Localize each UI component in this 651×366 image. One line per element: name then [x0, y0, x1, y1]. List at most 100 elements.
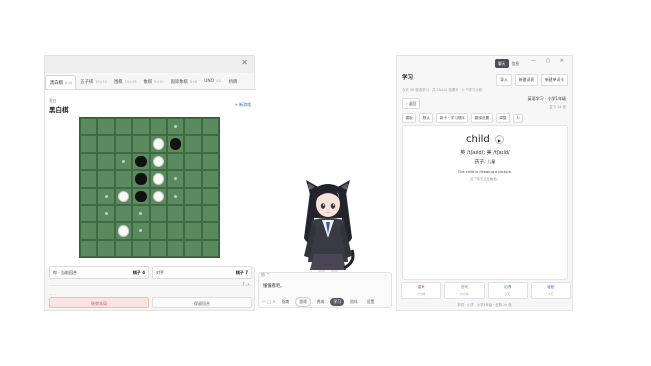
- legal-move-hint[interactable]: [174, 177, 178, 181]
- window-controls[interactable]: — ▢ ✕: [531, 58, 568, 64]
- filter-chip-4[interactable]: 调整: [495, 113, 510, 123]
- new-card-button[interactable]: 新建单词卡: [541, 74, 568, 86]
- chat-mode-3[interactable]: 学习: [330, 297, 345, 306]
- board-cell[interactable]: [166, 118, 185, 136]
- board-cell[interactable]: [132, 239, 150, 257]
- board-cell[interactable]: [184, 152, 202, 171]
- board-cell[interactable]: [97, 170, 115, 188]
- tab-game-1[interactable]: 五子棋 15×15: [76, 75, 110, 89]
- legal-move-hint[interactable]: [104, 212, 108, 216]
- more-icon[interactable]: ⋮: [383, 274, 387, 279]
- board-cell[interactable]: [80, 187, 98, 205]
- board-cell[interactable]: [80, 170, 98, 188]
- board-cell[interactable]: [132, 204, 150, 223]
- tab-game-6[interactable]: 桥牌: [225, 75, 241, 89]
- board-cell[interactable]: [149, 170, 167, 188]
- board-cell[interactable]: [132, 135, 150, 153]
- grade-button-3[interactable]: 轻松 4天: [530, 282, 571, 299]
- board-cell[interactable]: [166, 170, 185, 188]
- chat-mode-2[interactable]: 养成: [314, 298, 328, 306]
- board-cell[interactable]: [80, 204, 98, 223]
- board-cell[interactable]: [149, 135, 167, 153]
- board-cell[interactable]: [184, 204, 202, 223]
- filter-chip-5[interactable]: ↻: [512, 113, 523, 123]
- board-cell[interactable]: [114, 170, 133, 188]
- board-cell[interactable]: [184, 170, 202, 188]
- new-deck-button[interactable]: 新建词表: [514, 74, 539, 86]
- board-cell[interactable]: [149, 187, 167, 205]
- board-cell[interactable]: [201, 170, 219, 188]
- board-cell[interactable]: [201, 118, 219, 136]
- tab-game-4[interactable]: 国际象棋 8×8: [167, 75, 201, 89]
- board-cell[interactable]: [114, 204, 133, 223]
- board-cell[interactable]: [114, 187, 133, 205]
- board-cell[interactable]: [132, 187, 150, 205]
- board-cell[interactable]: [201, 135, 219, 153]
- board-cell[interactable]: [201, 204, 219, 223]
- grade-button-0[interactable]: 重来 1分钟: [401, 282, 442, 299]
- resign-button[interactable]: 结束本局: [49, 297, 149, 308]
- board-cell[interactable]: [184, 187, 202, 205]
- board-cell[interactable]: [80, 118, 98, 136]
- tab-game-3[interactable]: 象棋 9×10: [139, 75, 166, 89]
- board-cell[interactable]: [114, 222, 133, 240]
- board-cell[interactable]: [201, 187, 219, 205]
- board-cell[interactable]: [201, 239, 219, 257]
- board-cell[interactable]: [80, 239, 98, 257]
- board-cell[interactable]: [149, 152, 167, 171]
- filter-chip-2[interactable]: 新卡 · 学习顺序: [436, 113, 469, 123]
- board-cell[interactable]: [149, 239, 167, 257]
- board-cell[interactable]: [149, 118, 167, 136]
- tab-game-5[interactable]: UNO 4人: [200, 75, 224, 89]
- chat-top-hint[interactable]: 拾 ⌃: [261, 272, 270, 278]
- board-cell[interactable]: [114, 152, 133, 171]
- chat-view-tab[interactable]: 聊天: [495, 59, 509, 68]
- board-cell[interactable]: [97, 135, 115, 153]
- legal-move-hint[interactable]: [104, 194, 108, 198]
- board-cell[interactable]: [149, 204, 167, 223]
- chat-input[interactable]: 懂懂看吧。: [263, 283, 284, 289]
- legal-move-hint[interactable]: [139, 229, 143, 233]
- board-cell[interactable]: [132, 118, 150, 136]
- board-cell[interactable]: [97, 204, 115, 223]
- legal-move-hint[interactable]: [174, 194, 178, 198]
- flashcard[interactable]: child ▶ 英 /tʃaɪld/; 美 /tʃaɪld/ 孩子; 儿童 Th…: [402, 125, 568, 280]
- filter-chip-1[interactable]: 默认: [419, 113, 434, 123]
- chat-mode-1[interactable]: 游戏: [295, 296, 311, 307]
- board-cell[interactable]: [166, 187, 185, 205]
- chat-window-controls[interactable]: — ▢ ✕: [262, 299, 276, 304]
- board-cell[interactable]: [97, 239, 115, 257]
- board-cell[interactable]: [166, 239, 185, 257]
- board-cell[interactable]: [132, 170, 150, 188]
- close-icon[interactable]: ✕: [241, 58, 248, 67]
- legal-move-hint[interactable]: [121, 159, 125, 163]
- board-cell[interactable]: [184, 135, 202, 153]
- board-cell[interactable]: [97, 152, 115, 171]
- back-button[interactable]: ‹ 返回: [402, 98, 421, 109]
- board-cell[interactable]: [149, 222, 167, 240]
- legal-move-hint[interactable]: [174, 125, 178, 129]
- board-cell[interactable]: [201, 222, 219, 240]
- board-cell[interactable]: [184, 222, 202, 240]
- board-cell[interactable]: [80, 222, 98, 240]
- filter-chip-0[interactable]: 模板: [402, 113, 417, 123]
- board-cell[interactable]: [80, 152, 98, 171]
- board-cell[interactable]: [132, 222, 150, 240]
- undo-button[interactable]: 保留回合: [152, 297, 252, 308]
- grade-button-1[interactable]: 困难 6分钟: [444, 282, 485, 299]
- play-audio-icon[interactable]: ▶: [494, 134, 504, 144]
- board-cell[interactable]: [166, 222, 185, 240]
- board-cell[interactable]: [114, 118, 133, 136]
- filter-chip-3[interactable]: 翻译设置: [471, 113, 493, 123]
- board-cell[interactable]: [97, 187, 115, 205]
- board-cell[interactable]: [97, 118, 115, 136]
- board-cell[interactable]: [114, 239, 133, 257]
- board-cell[interactable]: [132, 152, 150, 171]
- info-view-tab[interactable]: 信息: [509, 59, 523, 68]
- legal-move-hint[interactable]: [139, 212, 143, 216]
- board-cell[interactable]: [166, 135, 185, 153]
- chat-mode-5[interactable]: 设置: [364, 298, 378, 306]
- board-cell[interactable]: [80, 135, 98, 153]
- board-cell[interactable]: [201, 152, 219, 171]
- import-button[interactable]: 导入: [496, 74, 512, 86]
